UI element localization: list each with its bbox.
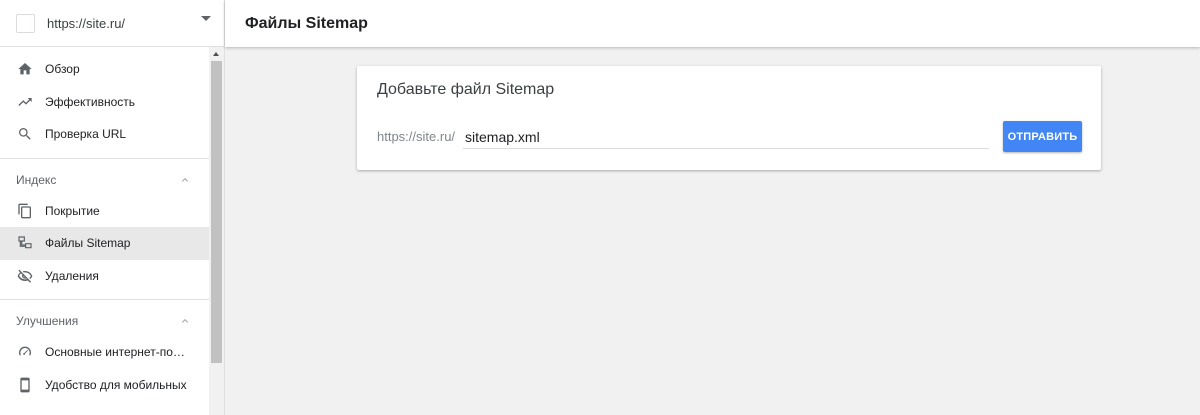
submit-button[interactable]: ОТПРАВИТЬ (1003, 121, 1082, 152)
scrollbar-thumb[interactable] (211, 61, 222, 363)
speedometer-icon (17, 344, 33, 360)
sidebar-item-removals[interactable]: Удаления (0, 260, 209, 293)
sitemap-url-input[interactable] (463, 126, 989, 149)
sidebar-item-performance[interactable]: Эффективность (0, 86, 209, 119)
section-header-index[interactable]: Индекс (0, 165, 209, 195)
section-title: Улучшения (16, 314, 79, 328)
sidebar: https://site.ru/ Обзор Эффективность Про… (0, 0, 225, 415)
sidebar-item-label: Основные интернет-показ... (45, 345, 190, 360)
sidebar-item-label: Удобство для мобильных (45, 377, 187, 392)
chevron-up-icon[interactable] (179, 315, 191, 327)
sidebar-item-sitemaps[interactable]: Файлы Sitemap (0, 227, 209, 260)
trending-up-icon (17, 94, 33, 110)
sidebar-item-label: Эффективность (45, 94, 136, 109)
sidebar-item-url-inspection[interactable]: Проверка URL (0, 118, 209, 151)
add-sitemap-card: Добавьте файл Sitemap https://site.ru/ О… (357, 66, 1101, 170)
page-title: Файлы Sitemap (245, 14, 368, 32)
sidebar-item-label: Обзор (45, 62, 80, 77)
sitemap-icon (17, 235, 33, 251)
sidebar-nav: Обзор Эффективность Проверка URL Индекс … (0, 47, 209, 401)
url-prefix: https://site.ru/ (377, 129, 456, 144)
sidebar-item-mobile-usability[interactable]: Удобство для мобильных (0, 369, 209, 402)
sidebar-item-overview[interactable]: Обзор (0, 53, 209, 86)
sidebar-item-label: Удаления (45, 268, 99, 283)
top-bar: Файлы Sitemap (225, 0, 1200, 47)
property-selector[interactable]: https://site.ru/ (0, 0, 224, 47)
sidebar-item-coverage[interactable]: Покрытие (0, 195, 209, 228)
chevron-up-icon[interactable] (179, 174, 191, 186)
section-header-enhancements[interactable]: Улучшения (0, 306, 209, 336)
home-icon (17, 61, 33, 77)
search-icon (17, 126, 33, 142)
sidebar-scrollbar[interactable] (209, 47, 224, 415)
scroll-up-arrow-icon[interactable] (213, 52, 219, 56)
eye-off-icon (17, 268, 33, 284)
sidebar-item-core-web-vitals[interactable]: Основные интернет-показ... (0, 336, 209, 369)
property-url: https://site.ru/ (47, 15, 126, 31)
sidebar-item-label: Проверка URL (45, 127, 127, 142)
section-divider (0, 157, 209, 159)
section-divider (0, 299, 209, 300)
site-favicon (16, 13, 35, 33)
section-title: Индекс (16, 172, 57, 187)
copy-pages-icon (17, 203, 33, 219)
dropdown-arrow-icon[interactable] (201, 16, 211, 21)
smartphone-icon (17, 377, 33, 393)
sidebar-item-label: Покрытие (45, 203, 100, 218)
sidebar-item-label: Файлы Sitemap (45, 236, 131, 251)
card-title: Добавьте файл Sitemap (377, 81, 555, 98)
